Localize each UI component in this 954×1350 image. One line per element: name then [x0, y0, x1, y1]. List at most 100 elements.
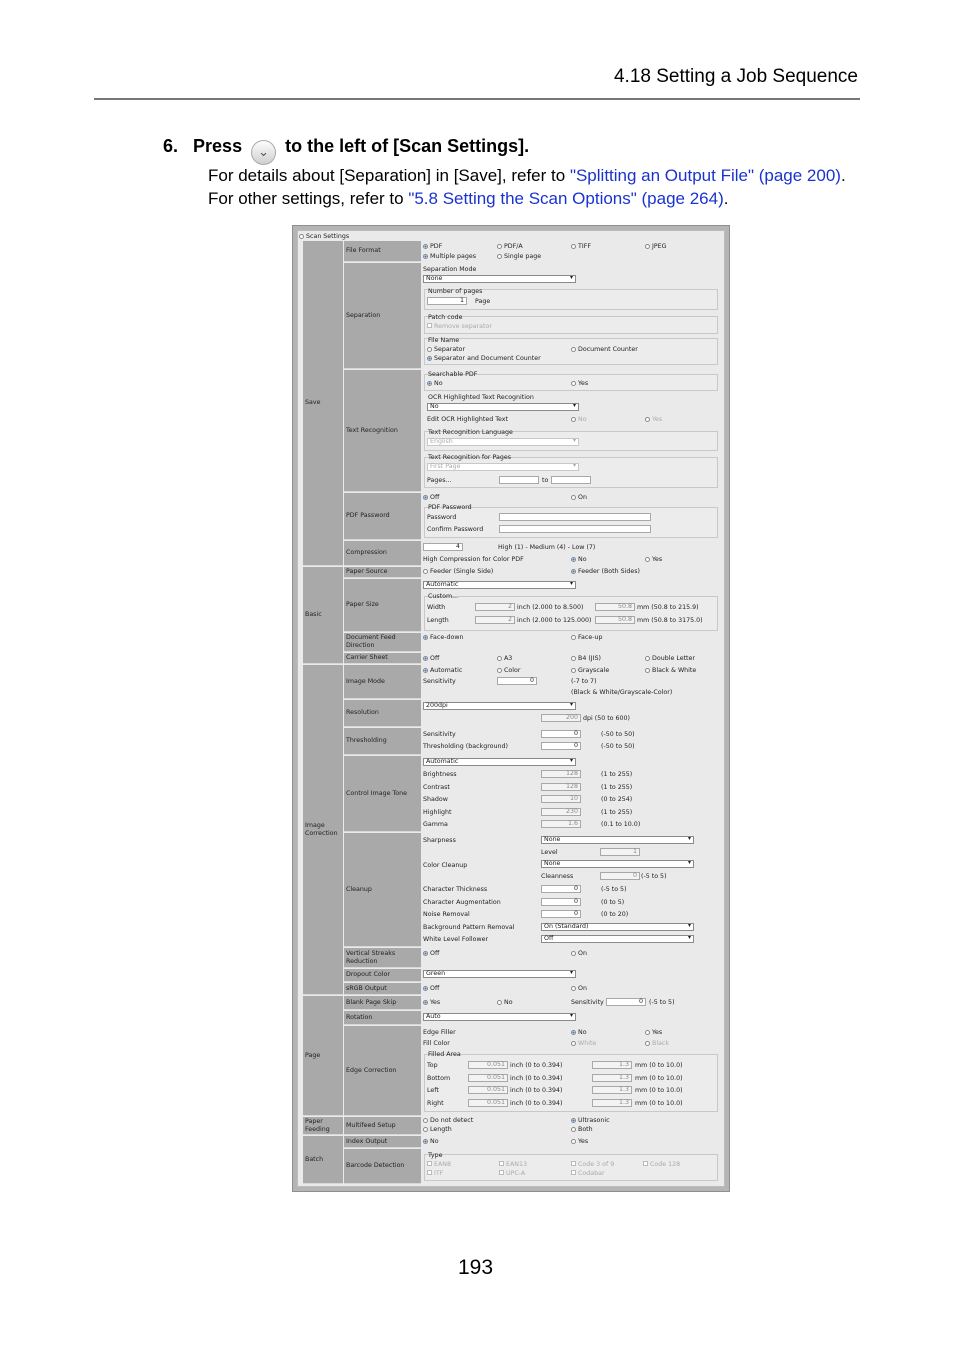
radio-face-down[interactable]: Face-down: [423, 634, 464, 642]
radio-carrier-off[interactable]: Off: [423, 655, 439, 663]
radio-mode-color[interactable]: Color: [497, 667, 520, 675]
radio-pdfa[interactable]: PDF/A: [497, 243, 523, 251]
lang-select[interactable]: English: [427, 438, 579, 446]
radio-sep-and-counter[interactable]: Separator and Document Counter: [427, 355, 541, 363]
bg-pattern-select[interactable]: On (Standard): [541, 923, 694, 931]
radio-hc-yes[interactable]: Yes: [645, 556, 662, 564]
radio-hc-no[interactable]: No: [571, 556, 587, 564]
remove-separator-check[interactable]: Remove separator: [427, 323, 492, 331]
sep-mode-select[interactable]: None: [423, 275, 576, 283]
check-ean13[interactable]: EAN13: [499, 1161, 527, 1169]
blank-sens-input[interactable]: 0: [606, 998, 646, 1006]
sharpness-select[interactable]: None: [541, 836, 694, 844]
scan-settings-header[interactable]: Scan Settings: [299, 233, 349, 241]
check-upca[interactable]: UPC-A: [499, 1170, 525, 1178]
edge-row-mm-input[interactable]: 1.3: [592, 1086, 632, 1094]
tone-row-input[interactable]: 1.6: [541, 820, 581, 828]
dropout-select[interactable]: Green: [423, 970, 576, 978]
radio-searchable-no[interactable]: No: [427, 380, 443, 388]
radio-separator[interactable]: Separator: [427, 346, 465, 354]
edge-row-inch-input[interactable]: 0.051: [468, 1073, 508, 1082]
paper-size-select[interactable]: Automatic: [423, 581, 576, 589]
link-scan-options[interactable]: "5.8 Setting the Scan Options" (page 264…: [408, 189, 723, 208]
tone-row-input[interactable]: 128: [541, 782, 581, 791]
radio-srgb-on[interactable]: On: [571, 985, 587, 993]
radio-fill-white[interactable]: White: [571, 1040, 596, 1048]
noise-input[interactable]: 0: [541, 910, 581, 918]
radio-edit-no[interactable]: No: [571, 416, 587, 424]
check-codabar[interactable]: Codabar: [571, 1170, 605, 1178]
radio-mode-auto[interactable]: Automatic: [423, 667, 462, 675]
edge-row-mm-input[interactable]: 1.3: [592, 1061, 632, 1069]
radio-mf-length[interactable]: Length: [423, 1126, 452, 1134]
pages-from-input[interactable]: [499, 476, 539, 484]
radio-fill-black[interactable]: Black: [645, 1040, 669, 1048]
tone-row-input[interactable]: 230: [541, 807, 581, 816]
radio-vsr-off[interactable]: Off: [423, 950, 439, 958]
tone-select[interactable]: Automatic: [423, 758, 576, 766]
radio-blank-yes[interactable]: Yes: [423, 999, 440, 1007]
edge-row-mm-input[interactable]: 1.3: [592, 1073, 632, 1082]
radio-mf-none[interactable]: Do not detect: [423, 1117, 473, 1125]
color-cleanup-select[interactable]: None: [541, 860, 694, 868]
radio-tiff[interactable]: TIFF: [571, 243, 591, 251]
thresh-bg-input[interactable]: 0: [541, 742, 581, 750]
cleanness-input[interactable]: 0: [600, 872, 640, 880]
dpi-input[interactable]: 200: [541, 714, 581, 722]
confirm-input[interactable]: [499, 525, 651, 533]
pages-select[interactable]: First Page: [427, 463, 579, 471]
edge-row-inch-input[interactable]: 0.051: [468, 1086, 508, 1094]
radio-pwd-off[interactable]: Off: [423, 494, 439, 502]
width-inch-input[interactable]: 2: [475, 603, 515, 611]
collapse-icon[interactable]: [299, 233, 304, 239]
radio-edit-yes[interactable]: Yes: [645, 416, 662, 424]
radio-jpeg[interactable]: JPEG: [645, 243, 667, 251]
edge-row-inch-input[interactable]: 0.051: [468, 1061, 508, 1069]
radio-feeder-both[interactable]: Feeder (Both Sides): [571, 568, 640, 576]
link-splitting-output[interactable]: "Splitting an Output File" (page 200): [570, 166, 841, 185]
edge-row-inch-input[interactable]: 0.051: [468, 1098, 508, 1107]
check-code39[interactable]: Code 3 of 9: [571, 1161, 614, 1169]
check-itf[interactable]: ITF: [427, 1170, 443, 1178]
tone-row-input[interactable]: 128: [541, 770, 581, 778]
radio-carrier-b4[interactable]: B4 (JIS): [571, 655, 601, 663]
radio-edge-no[interactable]: No: [571, 1029, 587, 1037]
radio-face-up[interactable]: Face-up: [571, 634, 603, 642]
radio-carrier-double-letter[interactable]: Double Letter: [645, 655, 695, 663]
resolution-select[interactable]: 200dpi: [423, 702, 576, 710]
char-thick-input[interactable]: 0: [541, 885, 581, 893]
radio-searchable-yes[interactable]: Yes: [571, 380, 588, 388]
radio-multiple-pages[interactable]: Multiple pages: [423, 253, 476, 261]
radio-feeder-single[interactable]: Feeder (Single Side): [423, 568, 493, 576]
compression-input[interactable]: 4: [423, 543, 463, 551]
pages-to-input[interactable]: [551, 476, 591, 484]
radio-pwd-on[interactable]: On: [571, 494, 587, 502]
radio-document-counter[interactable]: Document Counter: [571, 346, 638, 354]
mode-sens-input[interactable]: 0: [497, 677, 537, 685]
level-input[interactable]: 1: [600, 848, 640, 856]
password-input[interactable]: [499, 513, 651, 521]
radio-srgb-off[interactable]: Off: [423, 985, 439, 993]
radio-index-yes[interactable]: Yes: [571, 1138, 588, 1146]
radio-mode-gray[interactable]: Grayscale: [571, 667, 609, 675]
rotation-select[interactable]: Auto: [423, 1013, 576, 1021]
radio-edge-yes[interactable]: Yes: [645, 1029, 662, 1037]
thresh-sens-input[interactable]: 0: [541, 730, 581, 738]
char-aug-input[interactable]: 0: [541, 898, 581, 906]
radio-single-page[interactable]: Single page: [497, 253, 541, 261]
radio-blank-no[interactable]: No: [497, 999, 513, 1007]
radio-mf-ultrasonic[interactable]: Ultrasonic: [571, 1117, 610, 1125]
radio-pdf[interactable]: PDF: [423, 243, 442, 251]
radio-vsr-on[interactable]: On: [571, 950, 587, 958]
length-mm-input[interactable]: 50.8: [595, 616, 635, 624]
check-ean8[interactable]: EAN8: [427, 1161, 451, 1169]
radio-mode-bw[interactable]: Black & White: [645, 667, 696, 675]
check-code128[interactable]: Code 128: [643, 1161, 680, 1169]
width-mm-input[interactable]: 50.8: [595, 603, 635, 611]
num-pages-input[interactable]: 1: [427, 297, 467, 305]
white-level-select[interactable]: Off: [541, 935, 694, 943]
tone-row-input[interactable]: 10: [541, 795, 581, 803]
ocr-hl-select[interactable]: No: [427, 403, 579, 411]
radio-mf-both[interactable]: Both: [571, 1126, 593, 1134]
radio-carrier-a3[interactable]: A3: [497, 655, 512, 663]
